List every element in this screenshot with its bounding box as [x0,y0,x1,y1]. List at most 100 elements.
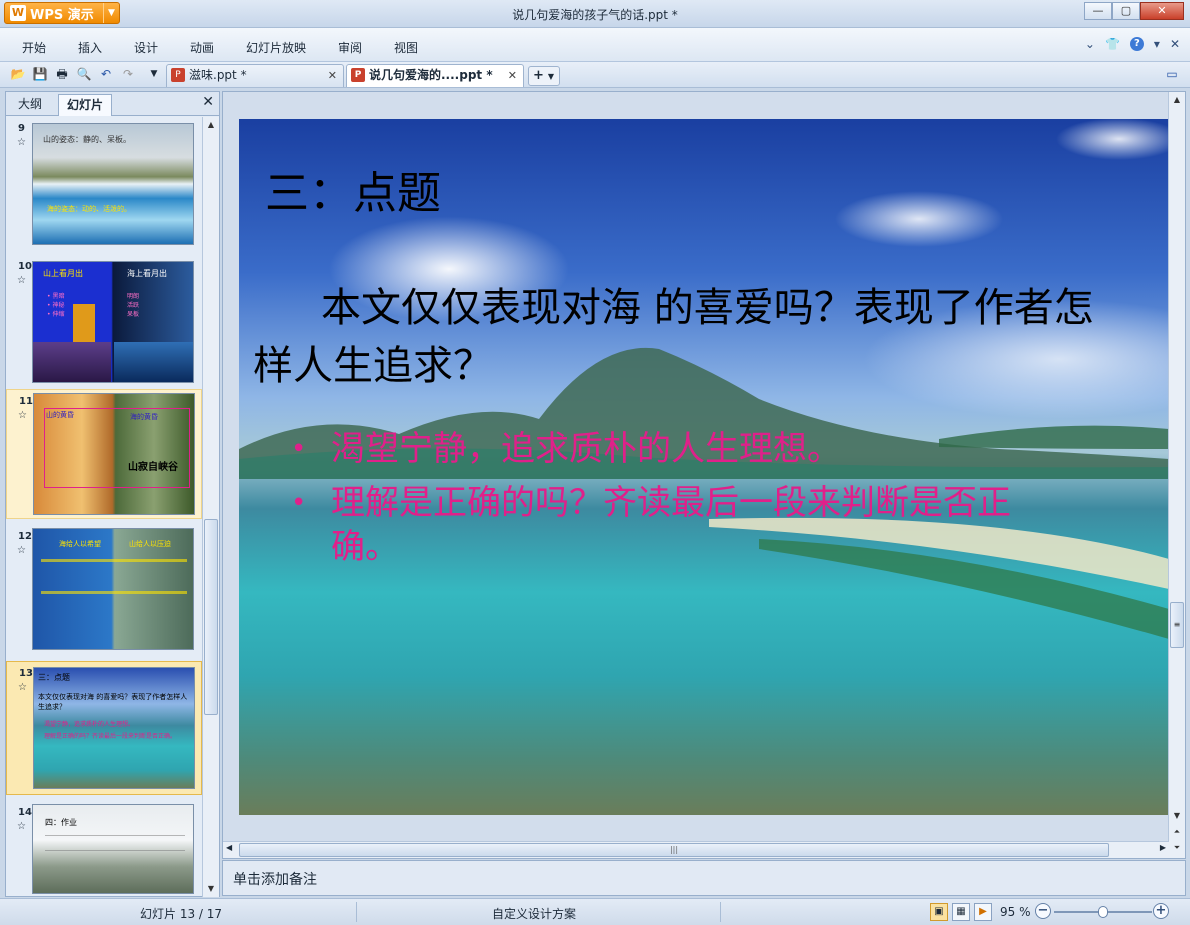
editor-vertical-scrollbar[interactable]: ▲ ≡ ▼ ⏶ ⏷ [1168,92,1185,858]
menu-slideshow[interactable]: 幻灯片放映 [246,39,306,56]
slide-thumbnail-11[interactable]: 11 ☆ 山的黄昏 海的黄昏 山寂自峡谷 [6,389,202,519]
thumbnail-line [45,835,185,851]
zoom-out-icon[interactable]: − [1035,903,1051,919]
close-window-button[interactable]: ✕ [1140,2,1184,20]
slide-editor: 三：点题 本文仅仅表现对海 的喜爱吗？表现了作者怎样人生追求？ 渴望宁静，追求质… [222,91,1186,859]
menu-animation[interactable]: 动画 [190,39,214,56]
thumbnail-text: 四：作业 [45,818,77,827]
customize-toolbar-icon[interactable]: ▼ [146,66,162,82]
slide-bullet-list[interactable]: 渴望宁静，追求质朴的人生理想。 理解是正确的吗？齐读最后一段来判断是否正确。 [291,427,1071,579]
slide-thumbnail-12[interactable]: 12 ☆ 海给人以希望 山给人以压迫 [6,525,202,655]
scroll-down-icon[interactable]: ▼ [1169,808,1185,824]
editor-horizontal-scrollbar[interactable]: ◀ ||| ▶ [223,841,1169,858]
scrollbar-thumb[interactable]: ||| [239,843,1109,857]
thumbnail-text: 黑暗 [52,293,65,300]
maximize-button[interactable]: ▢ [1112,2,1140,20]
slide-number: 10 [18,261,32,272]
menu-insert[interactable]: 插入 [78,39,102,56]
close-tab-icon[interactable]: ✕ [328,65,337,86]
new-tab-button[interactable]: + ▼ [528,66,560,86]
slide-question-text[interactable]: 本文仅仅表现对海 的喜爱吗？表现了作者怎样人生追求？ [253,279,1113,395]
chevron-down-icon[interactable]: ▾ [1154,37,1160,51]
thumbnail-text: 渴望宁静，追求质朴的人生理想。 [44,721,135,728]
tab-current-document[interactable]: P 说几句爱海的....ppt * ✕ [346,64,524,87]
menu-review[interactable]: 审阅 [338,39,362,56]
transition-star-icon: ☆ [18,682,27,693]
scroll-up-icon[interactable]: ▲ [1169,92,1185,108]
close-tab-icon[interactable]: ✕ [508,65,517,86]
design-scheme: 自定义设计方案 [492,907,577,921]
thumbnail-list: • 黑暗 • 神秘 • 伸缩 [47,293,65,318]
slideshow-view-icon[interactable]: ▶ [974,903,992,921]
window-layout-icon[interactable]: ▭ [1164,66,1180,82]
slide-preview: 海给人以希望 山给人以压迫 [32,528,194,650]
menu-design[interactable]: 设计 [134,39,158,56]
thumbnail-image [33,342,111,382]
slide-sorter-view-icon[interactable]: ▦ [952,903,970,921]
divider [356,902,357,922]
thumbnail-text: 神秘 [52,302,65,309]
zoom-in-icon[interactable]: + [1153,903,1169,919]
menu-home[interactable]: 开始 [22,39,46,56]
thumbnail-text: 三：点题 [38,673,70,682]
help-icon[interactable]: ? [1129,37,1144,51]
scroll-down-icon[interactable]: ▼ [203,881,219,897]
tab-ziwei[interactable]: P 滋味.ppt * ✕ [166,64,344,87]
slide-number: 11 [19,396,33,407]
minimize-button[interactable]: — [1084,2,1112,20]
scroll-right-icon[interactable]: ▶ [1160,843,1166,852]
zoom-slider[interactable] [1054,906,1152,918]
print-icon[interactable]: 🖶 [54,66,70,82]
thumbnail-text: 山的姿态：静的、呆板。 [43,135,131,144]
open-folder-icon[interactable]: 📂 [10,66,26,82]
thumbnail-text: 明朗 [127,293,140,300]
thumbnail-line [41,591,187,594]
notes-pane[interactable]: 单击添加备注 [222,860,1186,896]
close-panel-icon[interactable]: ✕ [202,94,214,110]
save-icon[interactable]: 💾 [32,66,48,82]
slide-title[interactable]: 三：点题 [265,157,441,221]
print-preview-icon[interactable]: 🔍 [76,66,92,82]
scroll-up-icon[interactable]: ▲ [203,117,219,133]
scroll-left-icon[interactable]: ◀ [226,843,232,852]
collapse-ribbon-icon[interactable]: ⌄ [1085,37,1095,51]
tab-label: 说几句爱海的....ppt * [369,68,493,82]
transition-star-icon: ☆ [17,275,26,286]
slides-panel: 大纲 幻灯片 ✕ 9 ☆ 山的姿态：静的、呆板。 海的姿态：动的、活泼的。 10… [5,91,220,897]
scrollbar-thumb[interactable]: ≡ [1170,602,1184,648]
tab-label: 滋味.ppt * [189,68,247,82]
slide-thumbnail-9[interactable]: 9 ☆ 山的姿态：静的、呆板。 海的姿态：动的、活泼的。 [6,117,202,251]
thumbnail-text: 海上看月出 [127,269,167,278]
undo-icon[interactable]: ↶ [98,66,114,82]
normal-view-icon[interactable]: ▣ [930,903,948,921]
thumbnail-text: 山上看月出 [43,269,83,278]
document-title: 说几句爱海的孩子气的话.ppt * [512,8,678,22]
skin-icon[interactable]: 👕 [1105,37,1120,51]
bullet-item: 渴望宁静，追求质朴的人生理想。 [291,427,1071,471]
zoom-level: 95 % [1000,905,1031,919]
thumbnails-scrollbar[interactable]: ▲ ▼ [202,117,219,897]
thumbnail-text: 伸缩 [52,311,65,318]
menu-view[interactable]: 视图 [394,39,418,56]
scrollbar-thumb[interactable] [204,519,218,715]
slide-canvas[interactable]: 三：点题 本文仅仅表现对海 的喜爱吗？表现了作者怎样人生追求？ 渴望宁静，追求质… [239,119,1169,815]
slide-number: 12 [18,531,32,542]
thumbnail-frame [44,408,190,488]
tab-slides[interactable]: 幻灯片 [58,94,113,116]
slide-thumbnail-10[interactable]: 10 ☆ 山上看月出 海上看月出 • 黑暗 • 神秘 • 伸缩 明朗 活跃 呆板 [6,255,202,385]
slide-preview: 山的黄昏 海的黄昏 山寂自峡谷 [33,393,195,515]
slide-thumbnail-13[interactable]: 13 ☆ 三：点题 本文仅仅表现对海 的喜爱吗？表现了作者怎样人生追求？ 渴望宁… [6,661,202,795]
pin-icon[interactable]: ✕ [1170,37,1180,51]
thumbnail-line [41,559,187,562]
next-slide-icon[interactable]: ⏷ [1169,840,1185,856]
slide-preview: 四：作业 [32,804,194,894]
previous-slide-icon[interactable]: ⏶ [1169,824,1185,840]
slide-number: 9 [18,123,25,134]
tab-outline[interactable]: 大纲 [10,94,50,116]
thumbnail-text: 海的姿态：动的、活泼的。 [47,205,131,213]
slide-number: 13 [19,668,33,679]
zoom-slider-knob[interactable] [1098,906,1108,918]
slide-thumbnail-14[interactable]: 14 ☆ 四：作业 [6,801,202,897]
redo-icon[interactable]: ↷ [120,66,136,82]
bullet-item: 理解是正确的吗？齐读最后一段来判断是否正确。 [291,481,1071,569]
